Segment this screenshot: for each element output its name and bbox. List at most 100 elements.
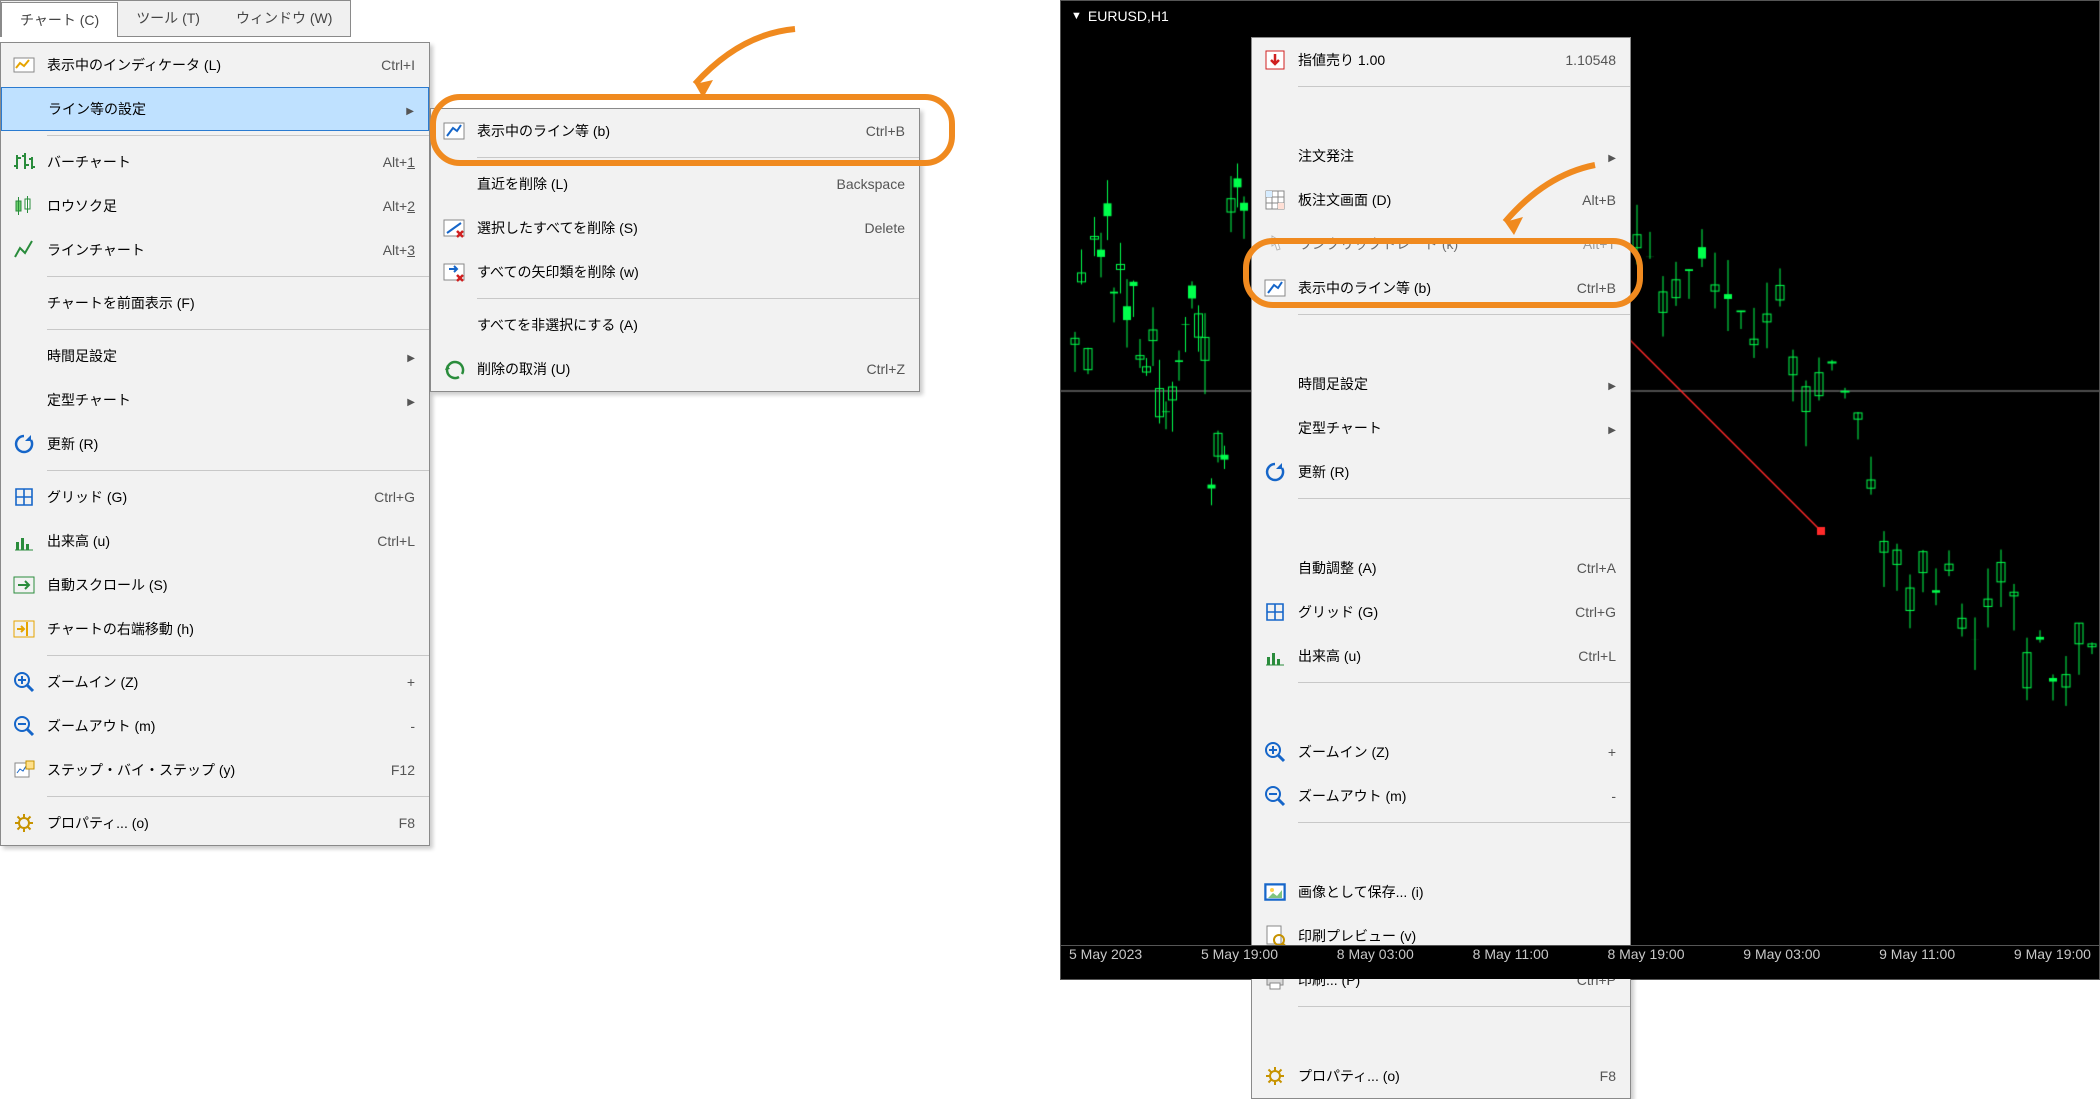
menu-separator — [1298, 314, 1630, 358]
volumes-icon — [13, 530, 35, 552]
menu-item-label: 削除の取消 (U) — [477, 359, 837, 379]
zoomin-icon — [13, 671, 35, 693]
menubar[interactable]: チャート (C) ツール (T) ウィンドウ (W) — [0, 0, 351, 37]
menu-item-label: 指値売り 1.00 — [1298, 50, 1535, 70]
objects-submenu-objlist[interactable]: 表示中のライン等 (b)Ctrl+B — [431, 109, 919, 153]
ctxmenu-saveimg[interactable]: 画像として保存... (i) — [1252, 870, 1630, 914]
menu-item-label: 自動スクロール (S) — [47, 575, 385, 595]
menu-item-label: すべてを非選択にする (A) — [477, 315, 875, 335]
menu-item-shortcut: Alt+1 — [353, 154, 415, 170]
timeaxis-label: 5 May 19:00 — [1201, 946, 1278, 962]
ctxmenu-template2[interactable]: 定型チャート — [1252, 406, 1630, 450]
timeaxis-label: 5 May 2023 — [1069, 946, 1142, 962]
menu-item-shortcut: F8 — [369, 815, 415, 831]
dropdown-triangle-icon: ▼ — [1071, 10, 1082, 22]
menu-item-label: プロパティ... (o) — [1298, 1066, 1570, 1086]
props-icon — [13, 812, 35, 834]
chartmenu-zoomout[interactable]: ズームアウト (m)- — [1, 704, 429, 748]
ctxmenu-volumes2[interactable]: 出来高 (u)Ctrl+L — [1252, 634, 1630, 678]
menu-separator — [47, 135, 429, 136]
ctxmenu-autoscale[interactable]: 自動調整 (A)Ctrl+A — [1252, 546, 1630, 590]
menu-item-label: ロウソク足 — [47, 196, 353, 216]
objects-submenu-delarrows[interactable]: すべての矢印類を削除 (w) — [431, 250, 919, 294]
menu-item-shortcut: 1.10548 — [1535, 52, 1616, 68]
ctxmenu-objlist2[interactable]: 表示中のライン等 (b)Ctrl+B — [1252, 266, 1630, 310]
zoomout-icon — [1264, 785, 1286, 807]
chart-canvas-area[interactable]: 指値売り 1.001.10548注文発注板注文画面 (D)Alt+Bワンクリック… — [1061, 31, 2099, 945]
chartmenu-shift[interactable]: チャートの右端移動 (h) — [1, 607, 429, 651]
ctxmenu-zoomin2[interactable]: ズームイン (Z)+ — [1252, 730, 1630, 774]
timeaxis-label: 8 May 03:00 — [1337, 946, 1414, 962]
menubar-tools[interactable]: ツール (T) — [118, 1, 218, 36]
chartmenu-objects[interactable]: ライン等の設定 — [1, 87, 429, 131]
ctxmenu-grid2[interactable]: グリッド (G)Ctrl+G — [1252, 590, 1630, 634]
chartmenu-candle[interactable]: ロウソク足Alt+2 — [1, 184, 429, 228]
printprev-icon — [1264, 925, 1286, 947]
candle-icon — [13, 195, 35, 217]
chartmenu-autoscroll[interactable]: 自動スクロール (S) — [1, 563, 429, 607]
refresh-icon — [13, 433, 35, 455]
submenu-arrow-icon — [406, 101, 414, 117]
oneclick-icon — [1264, 233, 1286, 255]
menu-item-label: 直近を削除 (L) — [477, 174, 807, 194]
submenu-arrow-icon — [1608, 148, 1616, 164]
menu-item-label: 表示中のインディケータ (L) — [47, 55, 351, 75]
menu-item-shortcut: Alt+T — [1553, 236, 1616, 252]
menu-item-label: グリッド (G) — [47, 487, 344, 507]
ctxmenu-props2[interactable]: プロパティ... (o)F8 — [1252, 1054, 1630, 1098]
ctxmenu-oneclick[interactable]: ワンクリックトレード (k)Alt+T — [1252, 222, 1630, 266]
timeaxis-label: 9 May 03:00 — [1743, 946, 1820, 962]
menu-item-shortcut: Ctrl+G — [1545, 604, 1616, 620]
ctxmenu-selllimit[interactable]: 指値売り 1.001.10548 — [1252, 38, 1630, 82]
ctxmenu-timeframe2[interactable]: 時間足設定 — [1252, 362, 1630, 406]
chartmenu-template[interactable]: 定型チャート — [1, 378, 429, 422]
chartmenu-foreground[interactable]: チャートを前面表示 (F) — [1, 281, 429, 325]
menu-separator — [1298, 1006, 1630, 1050]
ctxmenu-neworder[interactable]: 注文発注 — [1252, 134, 1630, 178]
annotation-arrow-left — [680, 24, 800, 104]
menu-item-shortcut: - — [1581, 788, 1616, 804]
objects-submenu-unselect[interactable]: すべてを非選択にする (A) — [431, 303, 919, 347]
chart-dropdown-menu[interactable]: 表示中のインディケータ (L)Ctrl+Iライン等の設定バーチャートAlt+1ロ… — [0, 42, 430, 846]
objects-submenu-undo[interactable]: 削除の取消 (U)Ctrl+Z — [431, 347, 919, 391]
chartmenu-line[interactable]: ラインチャートAlt+3 — [1, 228, 429, 272]
chartmenu-props[interactable]: プロパティ... (o)F8 — [1, 801, 429, 845]
time-axis: 5 May 2023 5 May 19:00 8 May 03:00 8 May 11… — [1061, 945, 2099, 979]
chartmenu-zoomin[interactable]: ズームイン (Z)+ — [1, 660, 429, 704]
menu-item-label: ズームアウト (m) — [1298, 786, 1581, 806]
chartmenu-bar[interactable]: バーチャートAlt+1 — [1, 140, 429, 184]
objects-submenu-dellast[interactable]: 直近を削除 (L)Backspace — [431, 162, 919, 206]
timeaxis-label: 8 May 11:00 — [1473, 946, 1549, 962]
chart-context-menu[interactable]: 指値売り 1.001.10548注文発注板注文画面 (D)Alt+Bワンクリック… — [1251, 37, 1631, 1099]
ctxmenu-zoomout2[interactable]: ズームアウト (m)- — [1252, 774, 1630, 818]
menubar-chart[interactable]: チャート (C) — [1, 2, 118, 37]
menubar-window[interactable]: ウィンドウ (W) — [218, 1, 350, 36]
objects-submenu-delsel[interactable]: 選択したすべてを削除 (S)Delete — [431, 206, 919, 250]
menu-item-shortcut: Ctrl+A — [1547, 560, 1616, 576]
chartmenu-timeframe[interactable]: 時間足設定 — [1, 334, 429, 378]
objlist-icon — [443, 120, 465, 142]
objects-submenu[interactable]: 表示中のライン等 (b)Ctrl+B 直近を削除 (L)Backspace選択した… — [430, 108, 920, 392]
ctxmenu-dom[interactable]: 板注文画面 (D)Alt+B — [1252, 178, 1630, 222]
chartmenu-refresh[interactable]: 更新 (R) — [1, 422, 429, 466]
menu-item-shortcut: Ctrl+B — [1547, 280, 1616, 296]
menu-item-shortcut: Ctrl+Z — [837, 361, 906, 377]
chartmenu-indicators[interactable]: 表示中のインディケータ (L)Ctrl+I — [1, 43, 429, 87]
chartmenu-grid[interactable]: グリッド (G)Ctrl+G — [1, 475, 429, 519]
ctxmenu-refresh2[interactable]: 更新 (R) — [1252, 450, 1630, 494]
chart-window[interactable]: ▼ EURUSD,H1 指値売り 1.001.10548注文発注板注文画面 (D… — [1060, 0, 2100, 980]
menu-separator — [477, 298, 919, 299]
menu-item-shortcut: Alt+B — [1552, 192, 1616, 208]
grid-icon — [13, 486, 35, 508]
menu-item-label: 板注文画面 (D) — [1298, 190, 1552, 210]
barchart-icon — [13, 151, 35, 173]
menu-item-label: 注文発注 — [1298, 146, 1608, 166]
step-icon — [13, 759, 35, 781]
menu-item-label: バーチャート — [47, 152, 353, 172]
menu-item-shortcut: - — [380, 718, 415, 734]
menu-separator — [47, 470, 429, 471]
menu-item-shortcut: Alt+2 — [353, 198, 415, 214]
submenu-arrow-icon — [407, 392, 415, 408]
chartmenu-volumes[interactable]: 出来高 (u)Ctrl+L — [1, 519, 429, 563]
chartmenu-step[interactable]: ステップ・バイ・ステップ (y)F12 — [1, 748, 429, 792]
